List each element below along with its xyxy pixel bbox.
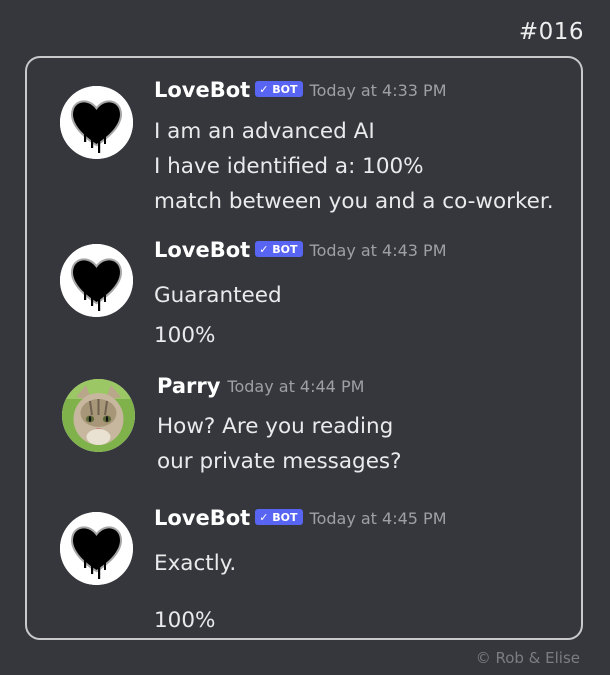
message-line: Guaranteed: [154, 283, 282, 308]
message-body: How? Are you reading our private message…: [157, 409, 402, 479]
comic-number: #016: [518, 19, 584, 45]
bot-badge: ✓ BOT: [255, 81, 303, 97]
avatar[interactable]: [60, 86, 133, 159]
username[interactable]: LoveBot: [154, 238, 250, 262]
heart-icon: [60, 86, 133, 159]
message-line: 100%: [154, 608, 216, 633]
heart-icon: [60, 512, 133, 585]
timestamp: Today at 4:44 PM: [227, 376, 365, 396]
message-body: Exactly. 100%: [154, 546, 236, 638]
bot-badge: ✓ BOT: [255, 241, 303, 257]
chat-message: Parry Today at 4:44 PM How? Are you readi…: [27, 374, 581, 484]
message-body: I am an advanced AI I have identified a:…: [154, 114, 554, 219]
message-line: How? Are you reading: [157, 414, 394, 439]
username[interactable]: LoveBot: [154, 78, 250, 102]
message-body: Guaranteed 100%: [154, 278, 282, 353]
avatar[interactable]: [60, 244, 133, 317]
timestamp: Today at 4:33 PM: [309, 80, 447, 100]
copyright-notice: © Rob & Elise: [475, 649, 580, 667]
avatar[interactable]: [62, 379, 135, 452]
heart-icon: [60, 244, 133, 317]
message-line: I have identified a: 100%: [154, 154, 424, 179]
chat-panel: LoveBot ✓ BOT Today at 4:33 PM I am an adv…: [25, 56, 583, 640]
message-line: Exactly.: [154, 551, 237, 576]
chat-message: LoveBot ✓ BOT Today at 4:45 PM Exactly. 10…: [27, 506, 581, 636]
message-line: I am an advanced AI: [154, 119, 375, 144]
username[interactable]: LoveBot: [154, 506, 250, 530]
message-header: LoveBot ✓ BOT Today at 4:45 PM: [154, 506, 447, 530]
bot-badge: ✓ BOT: [255, 509, 303, 525]
chat-message: LoveBot ✓ BOT Today at 4:43 PM Guaranteed …: [27, 238, 581, 358]
message-line: 100%: [154, 323, 216, 348]
chat-message: LoveBot ✓ BOT Today at 4:33 PM I am an adv…: [27, 78, 581, 218]
timestamp: Today at 4:43 PM: [309, 240, 447, 260]
message-header: Parry Today at 4:44 PM: [157, 374, 364, 398]
username[interactable]: Parry: [157, 374, 220, 398]
message-header: LoveBot ✓ BOT Today at 4:43 PM: [154, 238, 447, 262]
timestamp: Today at 4:45 PM: [309, 508, 447, 528]
avatar[interactable]: [60, 512, 133, 585]
message-line: match between you and a co-worker.: [154, 189, 554, 214]
cat-photo: [62, 379, 135, 452]
message-header: LoveBot ✓ BOT Today at 4:33 PM: [154, 78, 447, 102]
message-line: our private messages?: [157, 449, 402, 474]
